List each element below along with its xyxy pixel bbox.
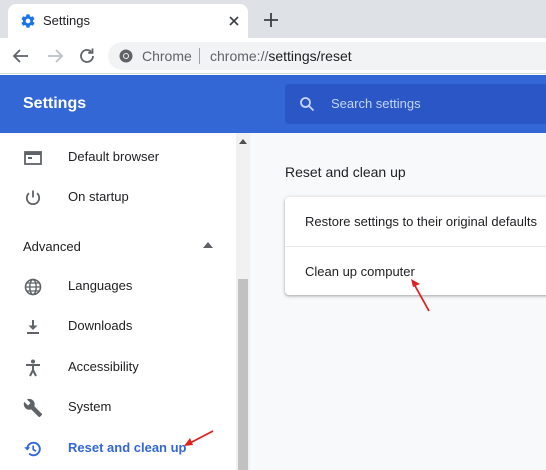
url-scheme: chrome:// (210, 48, 269, 64)
power-icon (25, 190, 41, 205)
sidebar-item-languages[interactable]: Languages (0, 267, 236, 303)
address-origin-label: Chrome (142, 48, 192, 64)
annotation-arrow-icon (411, 279, 430, 312)
settings-sidebar: Default browser On startup Advanced Lang… (0, 133, 236, 470)
section-title: Reset and clean up (285, 164, 406, 180)
sidebar-item-label: Downloads (68, 318, 133, 333)
annotation-arrow-icon (184, 430, 214, 446)
restore-defaults-row[interactable]: Restore settings to their original defau… (285, 197, 546, 246)
caret-up-icon[interactable] (203, 242, 213, 248)
sidebar-item-label: Default browser (68, 149, 160, 164)
advanced-section-toggle[interactable]: Advanced (23, 239, 81, 254)
url-path: settings/reset (268, 48, 352, 64)
chrome-logo-icon (119, 49, 133, 63)
search-icon (300, 97, 315, 112)
search-settings-field[interactable]: Search settings (285, 84, 546, 124)
new-tab-icon[interactable] (262, 11, 280, 29)
search-placeholder: Search settings (331, 96, 421, 111)
close-icon[interactable] (226, 13, 242, 29)
restore-defaults-label: Restore settings to their original defau… (305, 214, 537, 229)
sidebar-item-label: Reset and clean up (68, 440, 187, 455)
accessibility-icon (26, 359, 40, 377)
sidebar-item-downloads[interactable]: Downloads (0, 307, 236, 343)
sidebar-item-label: Languages (68, 278, 133, 293)
address-separator (199, 48, 200, 64)
sidebar-item-system[interactable]: System (0, 388, 236, 424)
sidebar-scrollbar[interactable] (236, 133, 250, 470)
scroll-up-arrow-icon[interactable] (239, 139, 247, 144)
address-url: chrome://settings/reset (210, 48, 352, 64)
scrollbar-thumb[interactable] (238, 279, 248, 470)
tab-strip: Settings (0, 0, 546, 38)
browser-toolbar: Chrome chrome://settings/reset (0, 38, 546, 74)
sidebar-item-label: On startup (68, 189, 129, 204)
tab-title: Settings (43, 13, 90, 28)
main-content: Reset and clean up Restore settings to t… (250, 133, 546, 470)
sidebar-item-label: System (68, 399, 112, 414)
browser-window-icon (24, 151, 42, 165)
sidebar-item-default-browser[interactable]: Default browser (0, 138, 236, 174)
reload-icon[interactable] (77, 46, 97, 66)
address-bar[interactable]: Chrome chrome://settings/reset (108, 42, 546, 70)
sidebar-item-label: Accessibility (68, 359, 139, 374)
wrench-icon (23, 398, 43, 418)
page-title: Settings (23, 95, 87, 112)
tab-settings[interactable]: Settings (8, 4, 248, 38)
gear-icon (21, 14, 35, 28)
forward-arrow-icon[interactable] (45, 46, 65, 66)
globe-icon (24, 278, 42, 296)
back-arrow-icon[interactable] (11, 46, 31, 66)
download-icon (27, 320, 39, 334)
settings-header: Settings Search settings (0, 75, 546, 133)
history-reset-icon (24, 441, 41, 457)
clean-up-computer-label: Clean up computer (305, 264, 415, 279)
sidebar-item-on-startup[interactable]: On startup (0, 178, 236, 214)
sidebar-item-accessibility[interactable]: Accessibility (0, 348, 236, 384)
